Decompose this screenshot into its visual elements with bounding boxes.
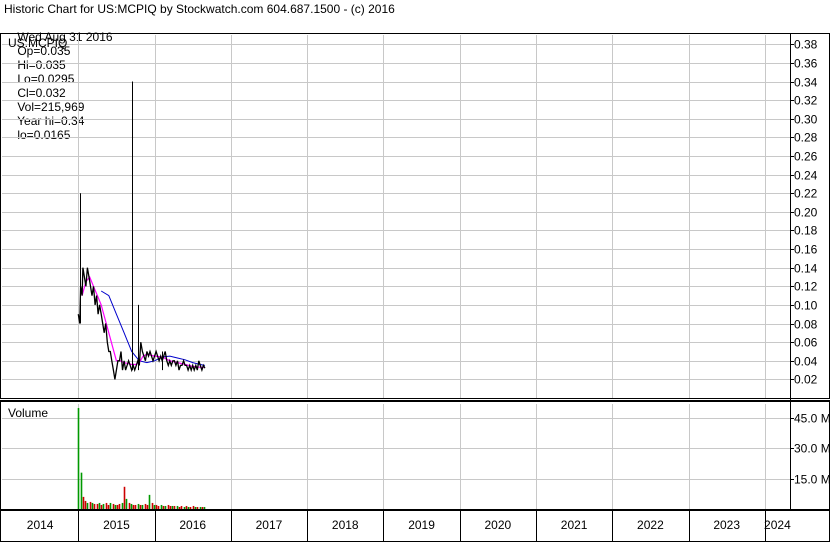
x-axis-label: 2018 — [332, 518, 359, 532]
x-axis-label: 2021 — [561, 518, 588, 532]
price-tick-label: 0.06 — [794, 336, 818, 350]
x-axis-label: 2017 — [256, 518, 283, 532]
price-tick-label: 0.12 — [794, 280, 818, 294]
price-tick-label: 0.24 — [794, 169, 818, 183]
price-tick-label: 0.38 — [794, 38, 818, 52]
price-tick-label: 0.30 — [794, 113, 818, 127]
moving-average-long-line — [100, 290, 205, 366]
price-tick-label: 0.14 — [794, 262, 818, 276]
x-axis-label: 2022 — [637, 518, 664, 532]
price-tick-label: 0.18 — [794, 224, 818, 238]
price-tick-label: 0.36 — [794, 57, 818, 71]
x-axis-label: 2019 — [408, 518, 435, 532]
price-tick-label: 0.08 — [794, 318, 818, 332]
price-tick-label: 0.20 — [794, 206, 818, 220]
price-tick-label: 0.02 — [794, 373, 818, 387]
price-tick-label: 0.04 — [794, 355, 818, 369]
x-axis-label: 2016 — [179, 518, 206, 532]
price-tick-label: 0.34 — [794, 76, 818, 90]
price-panel-frame — [0, 33, 830, 399]
price-tick-label: 0.16 — [794, 243, 818, 257]
volume-tick-label: 15.0 M — [794, 473, 830, 487]
price-tick-label: 0.26 — [794, 150, 818, 164]
x-axis-label: 2023 — [713, 518, 740, 532]
volume-title: Volume — [8, 406, 48, 420]
x-axis-label: 2015 — [103, 518, 130, 532]
x-axis-label: 2024 — [764, 518, 791, 532]
price-tick-label: 0.22 — [794, 187, 818, 201]
x-axis-label: 2020 — [484, 518, 511, 532]
price-tick-label: 0.28 — [794, 131, 818, 145]
x-axis-label: 2014 — [27, 518, 54, 532]
price-line — [77, 267, 206, 380]
symbol-label: US:MCPIQ — [8, 36, 67, 50]
volume-tick-label: 30.0 M — [794, 442, 830, 456]
price-tick-label: 0.32 — [794, 94, 818, 108]
volume-tick-label: 45.0 M — [794, 412, 830, 426]
stock-chart: 0.02 0.04 0.06 0.08 0.10 0.12 0.14 0.16 0.18 0.20… — [0, 33, 830, 542]
price-tick-label: 0.10 — [794, 299, 818, 313]
